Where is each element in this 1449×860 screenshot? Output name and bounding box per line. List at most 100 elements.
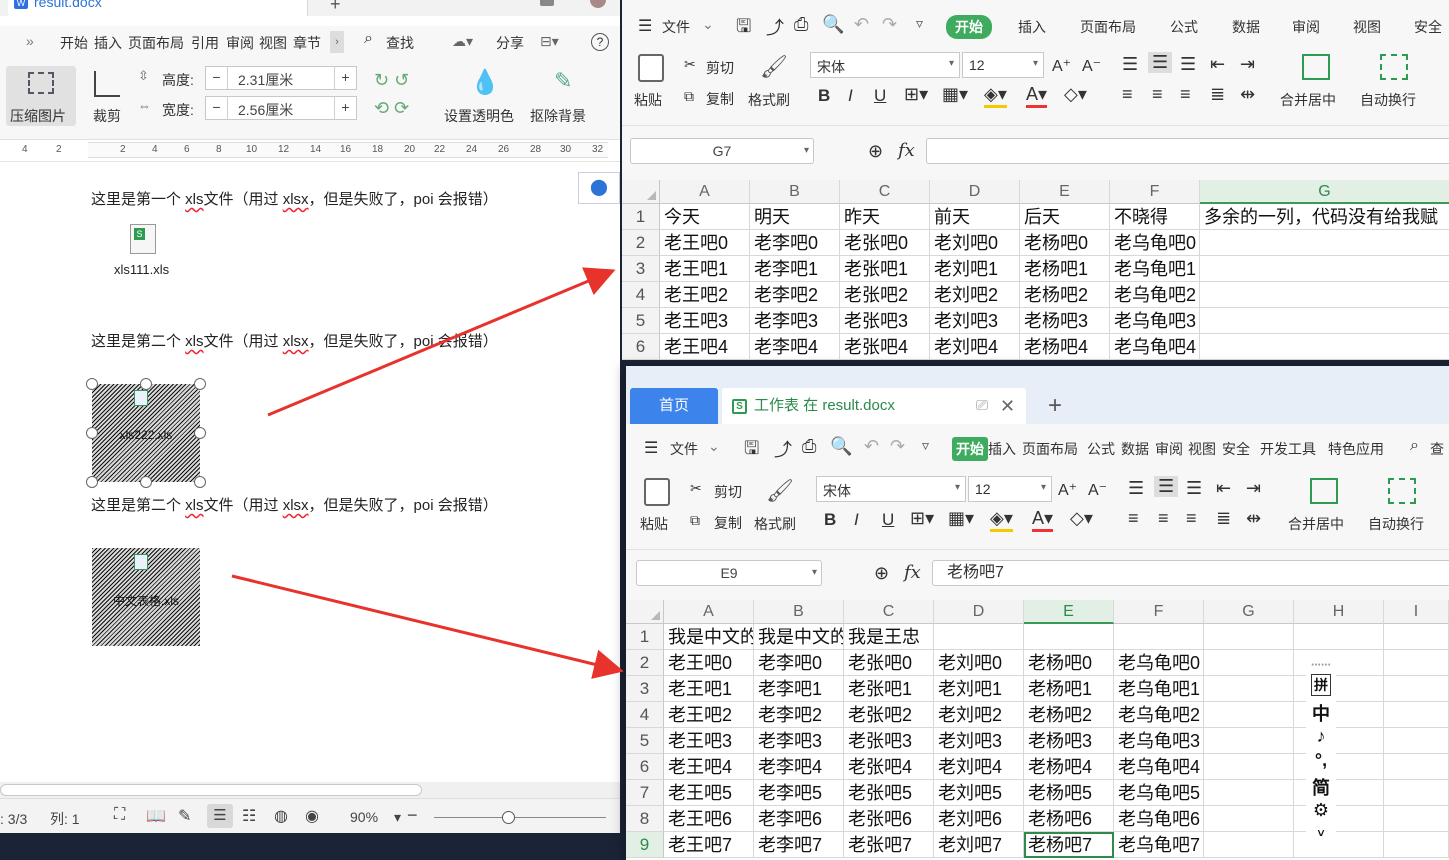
table-cell[interactable]: 老乌龟吧0 bbox=[1114, 650, 1204, 676]
row-header[interactable]: 7 bbox=[626, 780, 664, 806]
column-header[interactable]: I bbox=[1384, 600, 1449, 624]
table-cell[interactable] bbox=[1204, 702, 1294, 728]
column-header[interactable]: F bbox=[1110, 180, 1200, 204]
table-cell[interactable]: 老王吧2 bbox=[664, 702, 754, 728]
name-box[interactable]: E9 ▾ bbox=[636, 560, 822, 586]
transparent-color-button[interactable]: 💧 设置透明色 bbox=[440, 66, 522, 126]
remove-background-button[interactable]: ✎ 抠除背景 bbox=[528, 66, 606, 126]
horizontal-ruler[interactable]: 4 2 2 4 6 8 10 12 14 16 18 20 22 24 26 28 30 32 bbox=[0, 140, 620, 162]
search-icon[interactable]: ⌕ bbox=[364, 30, 373, 48]
preview-icon[interactable]: 🔍 bbox=[822, 14, 844, 35]
table-cell[interactable]: 老李吧4 bbox=[754, 754, 844, 780]
format-painter-button[interactable]: 🖌 格式刷 bbox=[752, 476, 802, 532]
column-header[interactable]: G bbox=[1204, 600, 1294, 624]
table-cell[interactable]: 多余的一列，代码没有给我赋 bbox=[1200, 204, 1449, 230]
menu-item-review[interactable]: 审阅 bbox=[1292, 17, 1320, 37]
tab-home[interactable]: 首页 bbox=[630, 388, 718, 424]
font-size-select[interactable]: 12 ▾ bbox=[968, 476, 1052, 502]
table-cell[interactable]: 老杨吧0 bbox=[1024, 650, 1114, 676]
copy-icon[interactable]: ⧉ bbox=[690, 512, 700, 529]
decrease-font-icon[interactable]: A⁻ bbox=[1088, 480, 1107, 500]
menu-item-chapter[interactable]: 章节 bbox=[293, 33, 321, 53]
resize-handle[interactable] bbox=[86, 427, 98, 439]
table-cell[interactable] bbox=[1200, 334, 1449, 360]
row-header[interactable]: 2 bbox=[622, 230, 660, 256]
help-icon[interactable]: ? bbox=[591, 33, 609, 51]
avatar[interactable] bbox=[590, 0, 606, 8]
distribute-icon[interactable]: ⇹ bbox=[1240, 84, 1255, 105]
menu-item-start[interactable]: 开始 bbox=[60, 33, 88, 53]
redo-icon[interactable]: ↷ bbox=[890, 436, 905, 457]
punctuation-icon[interactable]: °, bbox=[1306, 750, 1336, 771]
page-view-icon[interactable]: ☰ bbox=[207, 804, 233, 828]
column-header[interactable]: F bbox=[1114, 600, 1204, 624]
crop-button[interactable]: 裁剪 bbox=[86, 66, 130, 126]
table-cell[interactable]: 老乌龟吧3 bbox=[1114, 728, 1204, 754]
height-value[interactable]: 2.31厘米 bbox=[238, 70, 293, 90]
merge-center-button[interactable]: 合并居中 bbox=[1278, 52, 1352, 108]
paste-button[interactable]: 粘贴 bbox=[638, 476, 678, 532]
table-cell[interactable]: 我是中文的 bbox=[664, 624, 754, 650]
table-cell[interactable]: 老杨吧0 bbox=[1020, 230, 1110, 256]
save-icon[interactable]: 🖫 bbox=[736, 14, 751, 44]
table-cell[interactable]: 老张吧1 bbox=[840, 256, 930, 282]
cut-label[interactable]: 剪切 bbox=[706, 58, 734, 78]
zoom-minus-icon[interactable]: − bbox=[407, 805, 418, 826]
menu-item-view[interactable]: 视图 bbox=[259, 33, 287, 53]
menu-item-data[interactable]: 数据 bbox=[1121, 439, 1149, 459]
menu-item-features[interactable]: 特色应用 bbox=[1328, 439, 1384, 459]
table-cell[interactable]: 老张吧4 bbox=[844, 754, 934, 780]
table-cell[interactable]: 老乌龟吧0 bbox=[1110, 230, 1200, 256]
embedded-file-xls111[interactable]: S xls111.xls bbox=[108, 220, 182, 282]
table-cell[interactable] bbox=[1384, 676, 1449, 702]
fill-style-icon[interactable]: ▦▾ bbox=[942, 84, 968, 105]
horizontal-scrollbar[interactable] bbox=[0, 782, 620, 798]
row-header[interactable]: 1 bbox=[626, 624, 664, 650]
column-header[interactable]: E bbox=[1020, 180, 1110, 204]
column-header[interactable]: B bbox=[750, 180, 840, 204]
menu-scroll-button[interactable]: › bbox=[330, 31, 344, 53]
menu-item-home[interactable]: 开始 bbox=[946, 15, 992, 39]
table-cell[interactable] bbox=[1384, 728, 1449, 754]
flip-icon[interactable]: ⟲ ⟳ bbox=[374, 98, 409, 119]
table-cell[interactable] bbox=[1204, 650, 1294, 676]
pinyin-icon[interactable]: 拼 bbox=[1311, 674, 1331, 696]
increment-button[interactable]: + bbox=[334, 97, 356, 119]
table-cell[interactable]: 老乌龟吧6 bbox=[1114, 806, 1204, 832]
table-cell[interactable]: 老杨吧1 bbox=[1020, 256, 1110, 282]
table-cell[interactable]: 老刘吧2 bbox=[930, 282, 1020, 308]
wrap-text-button[interactable]: 自动换行 bbox=[1366, 476, 1436, 532]
table-cell[interactable]: 老杨吧3 bbox=[1024, 728, 1114, 754]
table-cell[interactable]: 老杨吧4 bbox=[1024, 754, 1114, 780]
table-cell[interactable]: 老张吧6 bbox=[844, 806, 934, 832]
chevron-down-icon[interactable]: ⌄ bbox=[702, 16, 714, 33]
new-tab-button[interactable]: + bbox=[1048, 392, 1062, 420]
menu-item-review[interactable]: 审阅 bbox=[226, 33, 254, 53]
menu-item-layout[interactable]: 页面布局 bbox=[1080, 17, 1136, 37]
font-family-select[interactable]: 宋体 ▾ bbox=[810, 52, 960, 78]
indent-right-icon[interactable]: ⇥ bbox=[1246, 478, 1261, 499]
font-size-select[interactable]: 12 ▾ bbox=[962, 52, 1044, 78]
table-cell[interactable] bbox=[1204, 624, 1294, 650]
embedded-file-chinese[interactable]: 中文表格.xls bbox=[92, 548, 200, 646]
dotted-handle[interactable]: ⋯⋯ bbox=[1306, 660, 1336, 671]
increment-button[interactable]: + bbox=[334, 67, 356, 89]
table-cell[interactable]: 老李吧7 bbox=[754, 832, 844, 858]
column-header[interactable]: C bbox=[844, 600, 934, 624]
table-cell[interactable]: 老王吧0 bbox=[660, 230, 750, 256]
bold-icon[interactable]: B bbox=[818, 86, 830, 106]
zoom-formula-icon[interactable]: ⊕ bbox=[868, 141, 883, 162]
location-icon[interactable]: ⬤ bbox=[578, 172, 620, 204]
resize-handle[interactable] bbox=[86, 378, 98, 390]
menu-item-data[interactable]: 数据 bbox=[1232, 17, 1260, 37]
copy-label[interactable]: 复制 bbox=[714, 513, 742, 533]
justify-icon[interactable]: ≣ bbox=[1216, 508, 1231, 529]
italic-icon[interactable]: I bbox=[854, 510, 859, 530]
menu-item-layout[interactable]: 页面布局 bbox=[1022, 439, 1078, 459]
merge-center-button[interactable]: 合并居中 bbox=[1286, 476, 1360, 532]
table-cell[interactable]: 老刘吧5 bbox=[934, 780, 1024, 806]
table-cell[interactable]: 老李吧3 bbox=[754, 728, 844, 754]
bold-icon[interactable]: B bbox=[824, 510, 836, 530]
paste-button[interactable]: 粘贴 bbox=[632, 52, 672, 108]
zoom-slider-thumb[interactable] bbox=[502, 811, 515, 824]
